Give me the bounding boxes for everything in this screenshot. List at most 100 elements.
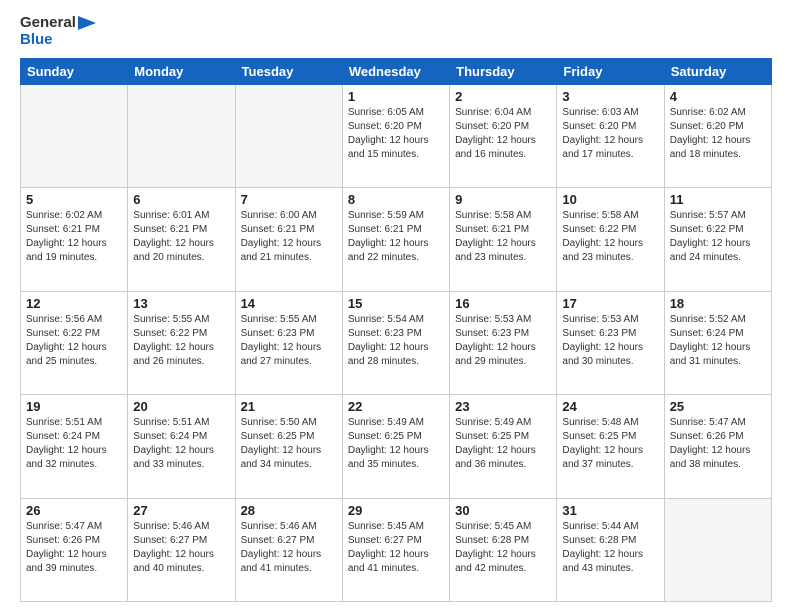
day-number: 3 <box>562 89 658 104</box>
calendar-cell: 18 Sunrise: 5:52 AM Sunset: 6:24 PM Dayli… <box>664 291 771 394</box>
day-info: Sunrise: 5:48 AM Sunset: 6:25 PM Dayligh… <box>562 416 658 472</box>
day-number: 13 <box>133 296 229 311</box>
calendar-cell: 24 Sunrise: 5:48 AM Sunset: 6:25 PM Dayli… <box>557 395 664 498</box>
day-number: 5 <box>26 192 122 207</box>
calendar-week-row: 19 Sunrise: 5:51 AM Sunset: 6:24 PM Dayli… <box>21 395 772 498</box>
day-info: Sunrise: 5:58 AM Sunset: 6:22 PM Dayligh… <box>562 209 658 265</box>
calendar-cell: 29 Sunrise: 5:45 AM Sunset: 6:27 PM Dayli… <box>342 498 449 601</box>
day-info: Sunrise: 5:45 AM Sunset: 6:28 PM Dayligh… <box>455 520 551 576</box>
calendar-cell: 31Sunrise: 5:44 AM Sunset: 6:28 PM Dayli… <box>557 498 664 601</box>
day-number: 19 <box>26 399 122 414</box>
day-number: 25 <box>670 399 766 414</box>
day-info: Sunrise: 6:01 AM Sunset: 6:21 PM Dayligh… <box>133 209 229 265</box>
calendar-cell: 26 Sunrise: 5:47 AM Sunset: 6:26 PM Dayli… <box>21 498 128 601</box>
day-info: Sunrise: 5:49 AM Sunset: 6:25 PM Dayligh… <box>455 416 551 472</box>
day-info: Sunrise: 6:03 AM Sunset: 6:20 PM Dayligh… <box>562 106 658 162</box>
calendar-day-header: Friday <box>557 59 664 85</box>
day-number: 14 <box>241 296 337 311</box>
calendar-day-header: Wednesday <box>342 59 449 85</box>
calendar-cell: 17Sunrise: 5:53 AM Sunset: 6:23 PM Dayli… <box>557 291 664 394</box>
day-info: Sunrise: 5:54 AM Sunset: 6:23 PM Dayligh… <box>348 313 444 369</box>
day-info: Sunrise: 6:02 AM Sunset: 6:20 PM Dayligh… <box>670 106 766 162</box>
day-info: Sunrise: 5:46 AM Sunset: 6:27 PM Dayligh… <box>241 520 337 576</box>
page: General Blue SundayMondayTuesdayWednesda… <box>0 0 792 612</box>
day-info: Sunrise: 5:58 AM Sunset: 6:21 PM Dayligh… <box>455 209 551 265</box>
day-number: 29 <box>348 503 444 518</box>
day-number: 30 <box>455 503 551 518</box>
day-number: 17 <box>562 296 658 311</box>
day-number: 24 <box>562 399 658 414</box>
calendar-week-row: 26 Sunrise: 5:47 AM Sunset: 6:26 PM Dayli… <box>21 498 772 601</box>
day-number: 9 <box>455 192 551 207</box>
day-info: Sunrise: 5:45 AM Sunset: 6:27 PM Dayligh… <box>348 520 444 576</box>
calendar-cell: 6 Sunrise: 6:01 AM Sunset: 6:21 PM Daylig… <box>128 188 235 291</box>
day-number: 27 <box>133 503 229 518</box>
day-number: 2 <box>455 89 551 104</box>
day-info: Sunrise: 5:52 AM Sunset: 6:24 PM Dayligh… <box>670 313 766 369</box>
calendar-table: SundayMondayTuesdayWednesdayThursdayFrid… <box>20 58 772 602</box>
calendar-day-header: Monday <box>128 59 235 85</box>
calendar-cell: 19 Sunrise: 5:51 AM Sunset: 6:24 PM Dayli… <box>21 395 128 498</box>
header: General Blue <box>20 15 772 48</box>
calendar-cell: 2Sunrise: 6:04 AM Sunset: 6:20 PM Daylig… <box>450 85 557 188</box>
logo-general: General <box>20 15 96 32</box>
calendar-cell: 5 Sunrise: 6:02 AM Sunset: 6:21 PM Daylig… <box>21 188 128 291</box>
day-number: 28 <box>241 503 337 518</box>
calendar-cell: 23Sunrise: 5:49 AM Sunset: 6:25 PM Dayli… <box>450 395 557 498</box>
day-info: Sunrise: 5:49 AM Sunset: 6:25 PM Dayligh… <box>348 416 444 472</box>
day-number: 1 <box>348 89 444 104</box>
day-info: Sunrise: 5:51 AM Sunset: 6:24 PM Dayligh… <box>133 416 229 472</box>
calendar-cell: 13 Sunrise: 5:55 AM Sunset: 6:22 PM Dayli… <box>128 291 235 394</box>
day-number: 16 <box>455 296 551 311</box>
calendar-cell: 16Sunrise: 5:53 AM Sunset: 6:23 PM Dayli… <box>450 291 557 394</box>
calendar-cell: 7Sunrise: 6:00 AM Sunset: 6:21 PM Daylig… <box>235 188 342 291</box>
day-number: 6 <box>133 192 229 207</box>
calendar-week-row: 1 Sunrise: 6:05 AM Sunset: 6:20 PM Daylig… <box>21 85 772 188</box>
day-number: 8 <box>348 192 444 207</box>
calendar-cell: 11 Sunrise: 5:57 AM Sunset: 6:22 PM Dayli… <box>664 188 771 291</box>
calendar-cell <box>235 85 342 188</box>
day-number: 15 <box>348 296 444 311</box>
calendar-cell <box>664 498 771 601</box>
day-info: Sunrise: 5:50 AM Sunset: 6:25 PM Dayligh… <box>241 416 337 472</box>
day-number: 7 <box>241 192 337 207</box>
calendar-cell: 14Sunrise: 5:55 AM Sunset: 6:23 PM Dayli… <box>235 291 342 394</box>
calendar-cell: 25 Sunrise: 5:47 AM Sunset: 6:26 PM Dayli… <box>664 395 771 498</box>
calendar-cell: 21 Sunrise: 5:50 AM Sunset: 6:25 PM Dayli… <box>235 395 342 498</box>
logo: General Blue <box>20 15 96 48</box>
calendar-day-header: Tuesday <box>235 59 342 85</box>
calendar-cell: 9 Sunrise: 5:58 AM Sunset: 6:21 PM Daylig… <box>450 188 557 291</box>
calendar-cell: 3 Sunrise: 6:03 AM Sunset: 6:20 PM Daylig… <box>557 85 664 188</box>
day-info: Sunrise: 5:51 AM Sunset: 6:24 PM Dayligh… <box>26 416 122 472</box>
calendar-cell: 8Sunrise: 5:59 AM Sunset: 6:21 PM Daylig… <box>342 188 449 291</box>
day-info: Sunrise: 5:55 AM Sunset: 6:22 PM Dayligh… <box>133 313 229 369</box>
day-number: 12 <box>26 296 122 311</box>
calendar-header-row: SundayMondayTuesdayWednesdayThursdayFrid… <box>21 59 772 85</box>
logo-blue: Blue <box>20 32 96 49</box>
day-number: 21 <box>241 399 337 414</box>
calendar-week-row: 5 Sunrise: 6:02 AM Sunset: 6:21 PM Daylig… <box>21 188 772 291</box>
day-number: 10 <box>562 192 658 207</box>
calendar-cell <box>128 85 235 188</box>
day-info: Sunrise: 6:05 AM Sunset: 6:20 PM Dayligh… <box>348 106 444 162</box>
day-info: Sunrise: 5:46 AM Sunset: 6:27 PM Dayligh… <box>133 520 229 576</box>
calendar-cell: 28 Sunrise: 5:46 AM Sunset: 6:27 PM Dayli… <box>235 498 342 601</box>
day-number: 22 <box>348 399 444 414</box>
day-number: 26 <box>26 503 122 518</box>
day-info: Sunrise: 6:02 AM Sunset: 6:21 PM Dayligh… <box>26 209 122 265</box>
calendar-cell: 20Sunrise: 5:51 AM Sunset: 6:24 PM Dayli… <box>128 395 235 498</box>
calendar-cell: 30 Sunrise: 5:45 AM Sunset: 6:28 PM Dayli… <box>450 498 557 601</box>
day-number: 18 <box>670 296 766 311</box>
day-info: Sunrise: 5:47 AM Sunset: 6:26 PM Dayligh… <box>26 520 122 576</box>
day-info: Sunrise: 5:44 AM Sunset: 6:28 PM Dayligh… <box>562 520 658 576</box>
calendar-day-header: Sunday <box>21 59 128 85</box>
calendar-cell: 27 Sunrise: 5:46 AM Sunset: 6:27 PM Dayli… <box>128 498 235 601</box>
calendar-cell: 10 Sunrise: 5:58 AM Sunset: 6:22 PM Dayli… <box>557 188 664 291</box>
day-info: Sunrise: 5:57 AM Sunset: 6:22 PM Dayligh… <box>670 209 766 265</box>
calendar-cell: 1 Sunrise: 6:05 AM Sunset: 6:20 PM Daylig… <box>342 85 449 188</box>
day-info: Sunrise: 5:47 AM Sunset: 6:26 PM Dayligh… <box>670 416 766 472</box>
day-number: 11 <box>670 192 766 207</box>
calendar-week-row: 12 Sunrise: 5:56 AM Sunset: 6:22 PM Dayli… <box>21 291 772 394</box>
calendar-day-header: Thursday <box>450 59 557 85</box>
day-info: Sunrise: 5:56 AM Sunset: 6:22 PM Dayligh… <box>26 313 122 369</box>
